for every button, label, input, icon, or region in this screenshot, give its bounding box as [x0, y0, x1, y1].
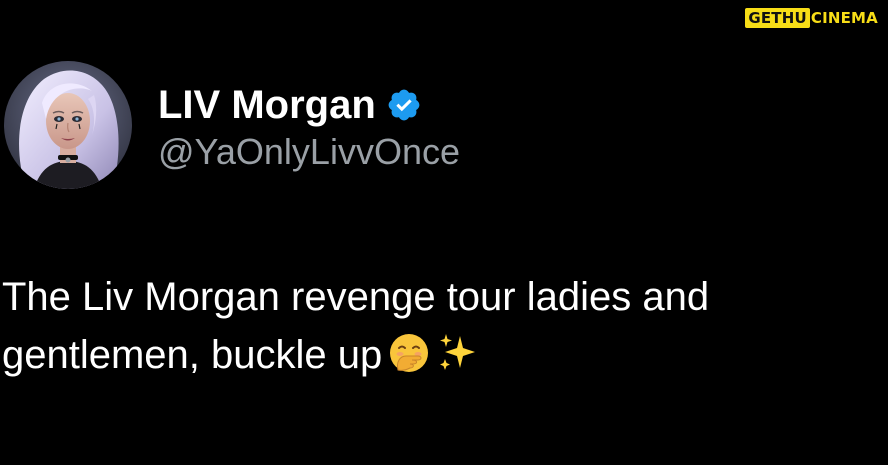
watermark-text: CINEMA [810, 9, 878, 27]
user-handle[interactable]: @YaOnlyLivvOnce [158, 134, 460, 170]
tweet-header: LIV Morgan @YaOnlyLivvOnce [0, 61, 460, 189]
tweet-text: The Liv Morgan revenge tour ladies and g… [2, 275, 721, 377]
watermark-box-text: GETHU [745, 8, 810, 28]
face-with-hand-over-mouth-icon [388, 332, 430, 390]
tweet-body: The Liv Morgan revenge tour ladies and g… [2, 268, 886, 390]
name-block: LIV Morgan @YaOnlyLivvOnce [158, 80, 460, 170]
display-name[interactable]: LIV Morgan [158, 85, 376, 125]
name-row: LIV Morgan [158, 80, 460, 130]
avatar-image [4, 61, 132, 189]
watermark-logo: GETHU CINEMA [745, 8, 878, 28]
avatar[interactable] [4, 61, 132, 189]
sparkles-icon [436, 332, 478, 390]
verified-badge-icon [388, 89, 420, 121]
